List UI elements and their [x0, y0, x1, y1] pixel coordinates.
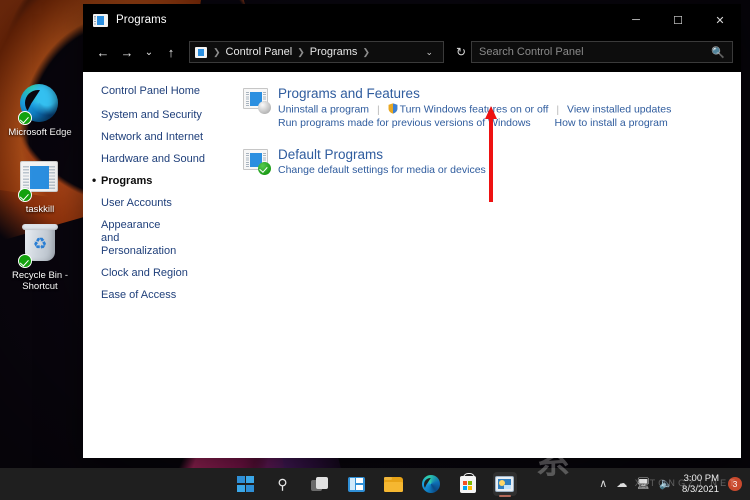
desktop-icon-label: taskkill: [25, 204, 55, 215]
group-links-row: Uninstall a program | Turn Windows featu…: [278, 103, 671, 117]
forward-button[interactable]: →: [115, 41, 139, 63]
link-divider: |: [376, 103, 380, 116]
sidebar-item-appearance-and-personalization[interactable]: Appearance and Personalization: [101, 219, 179, 258]
edge-button[interactable]: [419, 472, 443, 496]
group-default-programs: Default Programs Change default settings…: [241, 147, 741, 178]
clock[interactable]: 3:00 PM 8/3/2021: [682, 473, 719, 495]
clock-time: 3:00 PM: [683, 473, 719, 484]
uac-shield-icon: [388, 103, 398, 114]
sidebar-item-user-accounts[interactable]: User Accounts: [101, 197, 241, 210]
window-file-icon: [18, 157, 60, 202]
shortcut-check-badge: [18, 254, 32, 268]
sidebar-item-system-and-security[interactable]: System and Security: [101, 109, 241, 122]
chevron-down-icon[interactable]: ⌄: [420, 47, 438, 58]
link-how-to-install-a-program[interactable]: How to install a program: [555, 117, 668, 129]
window-controls[interactable]: ─ ☐ ✕: [615, 4, 741, 36]
sidebar-item-ease-of-access[interactable]: Ease of Access: [101, 289, 241, 302]
volume-icon[interactable]: 🔈: [659, 478, 673, 490]
desktop-icon-label: Recycle Bin - Shortcut: [12, 270, 68, 292]
group-programs-and-features: Programs and Features Uninstall a progra…: [241, 86, 741, 131]
edge-icon: [421, 475, 440, 493]
taskbar[interactable]: ⚲ ∧ ☁ 🖥 🔈 3:00 PM 8/3/2021 3: [0, 468, 750, 500]
file-explorer-button[interactable]: [382, 472, 406, 496]
navigation-toolbar[interactable]: ← → ⌄ ↑ ❯ Control Panel ❯ Programs ❯ ⌄ ↻…: [83, 36, 741, 74]
group-title[interactable]: Programs and Features: [278, 86, 671, 101]
folder-icon: [384, 476, 403, 492]
notification-badge[interactable]: 3: [728, 477, 742, 491]
shortcut-check-badge: [18, 111, 32, 125]
sidebar-item-network-and-internet[interactable]: Network and Internet: [101, 131, 241, 144]
link-uninstall-a-program[interactable]: Uninstall a program: [278, 104, 369, 116]
desktop-icon-label: Microsoft Edge: [8, 127, 72, 138]
link-change-default-settings[interactable]: Change default settings for media or dev…: [278, 164, 486, 176]
desktop-icon-taskkill[interactable]: taskkill: [4, 157, 76, 215]
desktop-icon-recycle-bin[interactable]: ♻ Recycle Bin - Shortcut: [4, 224, 76, 292]
address-bar[interactable]: ❯ Control Panel ❯ Programs ❯ ⌄: [189, 41, 444, 63]
search-button[interactable]: ⚲: [271, 472, 295, 496]
back-button[interactable]: ←: [91, 41, 115, 63]
category-list: Programs and Features Uninstall a progra…: [241, 72, 741, 458]
breadcrumb-separator: ❯: [297, 46, 305, 57]
control-panel-icon: [195, 46, 207, 58]
control-panel-icon: [495, 476, 514, 492]
breadcrumb-control-panel[interactable]: Control Panel: [224, 46, 295, 58]
widgets-icon: [348, 476, 365, 492]
minimize-button[interactable]: ─: [615, 4, 657, 36]
desktop-icon-microsoft-edge[interactable]: Microsoft Edge: [4, 84, 76, 138]
control-panel-taskbar-button[interactable]: [492, 472, 517, 497]
link-turn-windows-features-on-or-off[interactable]: Turn Windows features on or off: [400, 104, 549, 116]
recycle-bin-icon: ♻: [18, 224, 60, 268]
window-title: Programs: [116, 14, 167, 26]
group-title[interactable]: Default Programs: [278, 147, 486, 162]
maximize-button[interactable]: ☐: [657, 4, 699, 36]
sidebar-item-programs[interactable]: Programs: [92, 174, 241, 188]
link-view-installed-updates[interactable]: View installed updates: [567, 104, 671, 116]
store-icon: [459, 473, 476, 493]
window-content: Control Panel Home System and Security N…: [83, 72, 741, 458]
control-panel-window[interactable]: Programs ─ ☐ ✕ ← → ⌄ ↑ ❯ Control Panel ❯…: [83, 4, 741, 458]
breadcrumb-separator: ❯: [362, 46, 370, 57]
network-icon[interactable]: 🖥: [636, 478, 650, 490]
breadcrumb-separator: ❯: [213, 46, 221, 57]
widgets-button[interactable]: [345, 472, 369, 496]
task-view-icon: [310, 477, 329, 491]
control-panel-icon: [93, 13, 108, 27]
start-button[interactable]: [234, 472, 258, 496]
onedrive-icon[interactable]: ☁: [616, 478, 627, 490]
recent-locations-button[interactable]: ⌄: [139, 41, 159, 63]
search-icon: 🔍: [711, 46, 725, 59]
shortcut-check-badge: [18, 188, 32, 202]
system-tray[interactable]: ∧ ☁ 🖥 🔈 3:00 PM 8/3/2021 3: [599, 473, 742, 495]
task-view-button[interactable]: [308, 472, 332, 496]
up-button[interactable]: ↑: [159, 41, 183, 63]
microsoft-store-button[interactable]: [456, 472, 480, 496]
group-links-row: Run programs made for previous versions …: [278, 117, 671, 131]
programs-features-icon: [243, 88, 271, 114]
link-run-programs-previous-versions[interactable]: Run programs made for previous versions …: [278, 117, 531, 129]
close-button[interactable]: ✕: [699, 4, 741, 36]
clock-date: 8/3/2021: [682, 484, 719, 495]
category-sidebar[interactable]: Control Panel Home System and Security N…: [83, 72, 241, 458]
windows-start-icon: [237, 475, 254, 493]
search-input[interactable]: Search Control Panel: [479, 46, 711, 58]
search-icon: ⚲: [277, 475, 288, 492]
sidebar-item-control-panel-home[interactable]: Control Panel Home: [101, 85, 241, 98]
group-links-row: Change default settings for media or dev…: [278, 164, 486, 178]
edge-icon: [18, 84, 60, 125]
sidebar-item-hardware-and-sound[interactable]: Hardware and Sound: [101, 153, 241, 166]
search-box[interactable]: Search Control Panel 🔍: [471, 41, 733, 63]
refresh-button[interactable]: ↻: [451, 45, 471, 59]
show-hidden-icons-button[interactable]: ∧: [599, 478, 607, 490]
window-title-bar[interactable]: Programs ─ ☐ ✕: [83, 4, 741, 36]
breadcrumb-programs[interactable]: Programs: [308, 46, 360, 58]
sidebar-item-clock-and-region[interactable]: Clock and Region: [101, 267, 241, 280]
default-programs-icon: [243, 148, 271, 175]
link-divider: |: [556, 103, 560, 116]
